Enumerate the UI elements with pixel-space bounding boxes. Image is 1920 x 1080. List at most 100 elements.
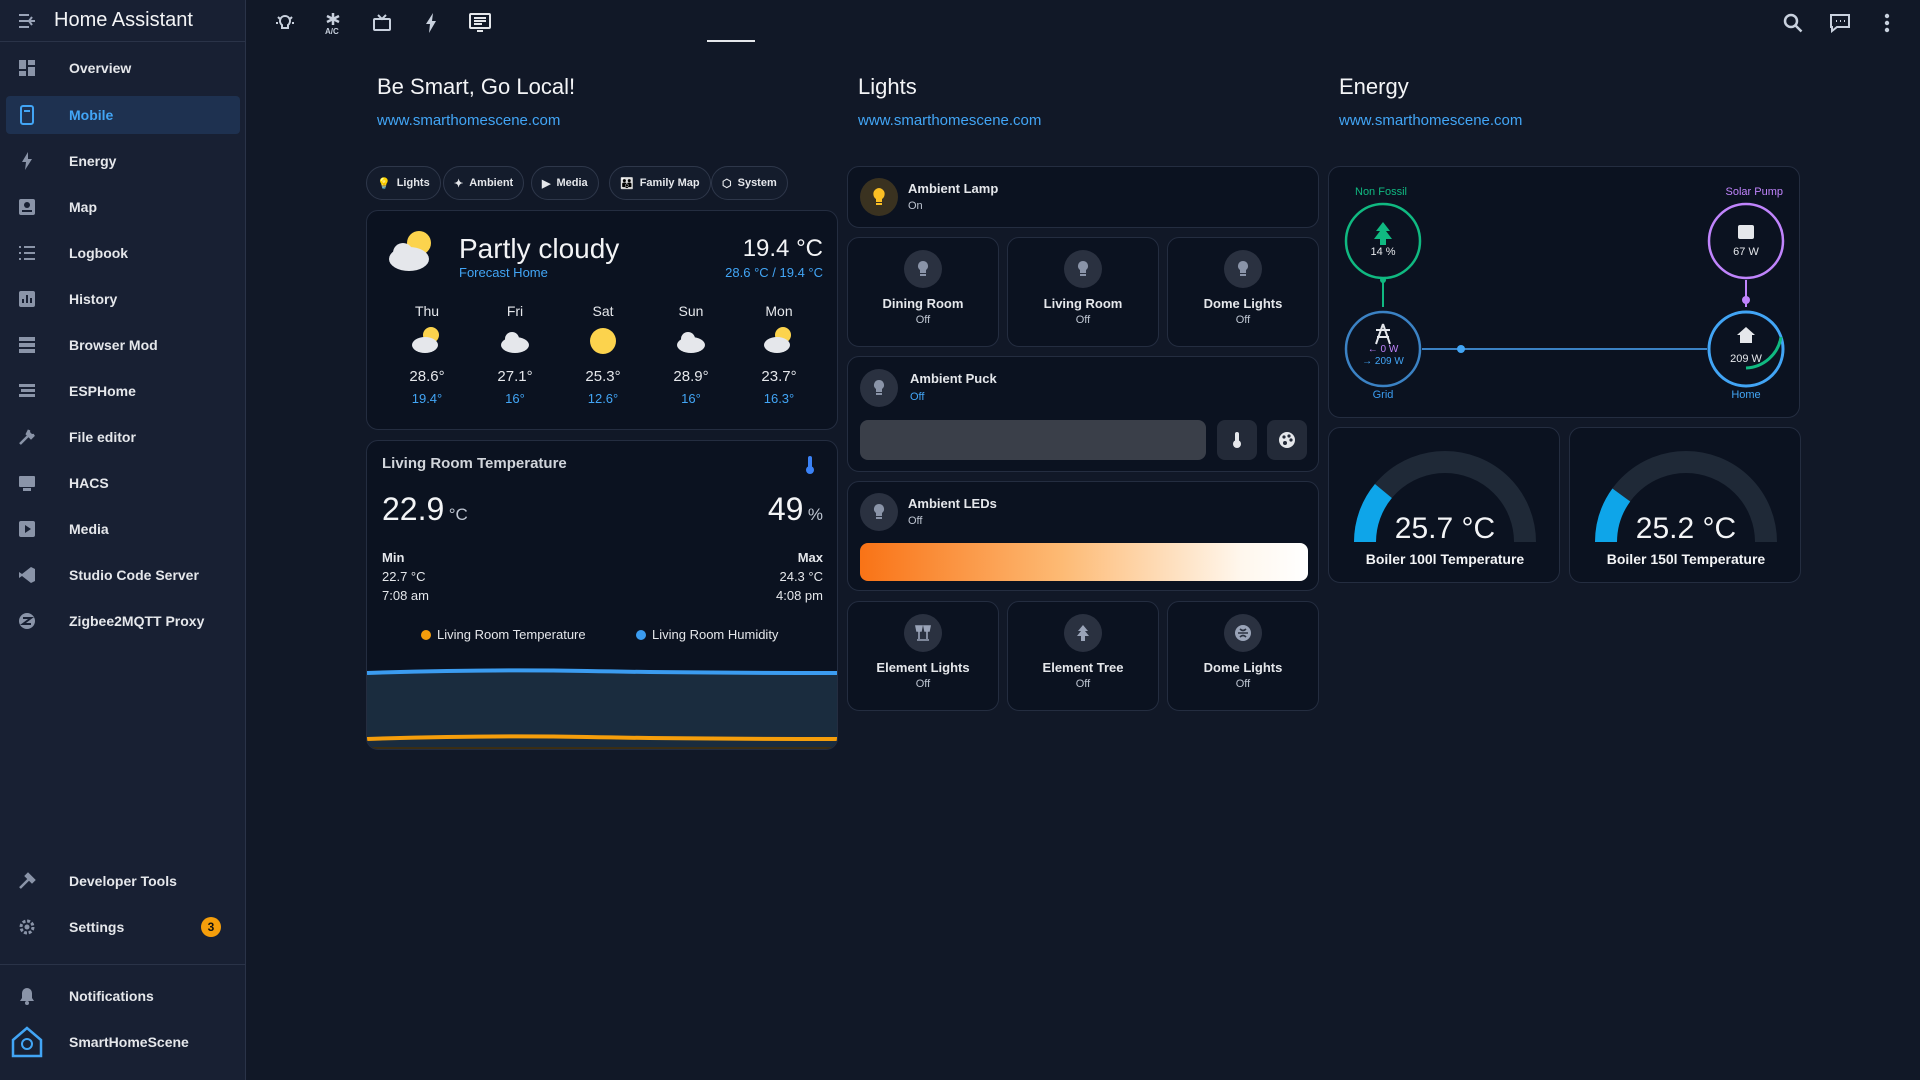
energy-distribution-card[interactable]: Non Fossil Solar Pump 14 % 67 W ← 0 W → … <box>1328 166 1800 418</box>
color-temp-button[interactable] <box>1217 420 1257 460</box>
element-lights-tile[interactable]: Element Lights Off <box>847 601 999 711</box>
dome-lights-tile[interactable]: Dome Lights Off <box>1167 237 1319 347</box>
forecast-day: Fri 27.1° 16° <box>480 303 550 406</box>
dome-lights-2-tile[interactable]: Dome Lights Off <box>1167 601 1319 711</box>
left-column-title: Be Smart, Go Local! <box>377 74 576 99</box>
sidebar-item-file-editor[interactable]: File editor <box>6 418 240 456</box>
temperature-area <box>367 747 837 749</box>
bulb-off-icon <box>860 493 898 531</box>
search-icon[interactable] <box>1778 8 1808 38</box>
sidebar-item-mobile[interactable]: Mobile <box>6 96 240 134</box>
chip-media[interactable]: ▶ Media <box>531 166 599 200</box>
temperature-unit: °C <box>448 505 468 524</box>
family-icon: 👪 <box>620 177 634 190</box>
sidebar-item-label: Zigbee2MQTT Proxy <box>69 613 205 629</box>
tile-state: Off <box>1235 678 1251 690</box>
thermometer-icon <box>1233 432 1241 448</box>
chip-lights[interactable]: 💡 Lights <box>366 166 441 200</box>
history-icon <box>6 290 48 308</box>
sensor-title: Living Room Temperature <box>382 455 567 472</box>
ambient-puck-name: Ambient Puck <box>910 371 997 386</box>
color-temperature-slider[interactable] <box>860 543 1308 581</box>
tile-name: Dining Room <box>882 296 964 311</box>
ambient-puck-card[interactable]: Ambient Puck Off <box>847 356 1319 472</box>
gauge-value: 25.2 °C <box>1635 512 1737 545</box>
chip-label: System <box>737 177 777 189</box>
lamp-icon <box>904 614 942 652</box>
vscode-icon <box>6 566 48 584</box>
max-label: Max <box>797 550 823 565</box>
sidebar-item-developer-tools[interactable]: Developer Tools <box>6 862 240 900</box>
forecast-high: 27.1° <box>497 368 533 385</box>
hacs-icon <box>6 474 48 492</box>
chip-label: Family Map <box>639 177 700 189</box>
grid-in-value: ← 0 W <box>1367 344 1399 355</box>
element-tree-tile[interactable]: Element Tree Off <box>1007 601 1159 711</box>
sidebar-item-zigbee2mqtt[interactable]: Zigbee2MQTT Proxy <box>6 602 240 640</box>
solar-panel-icon <box>1738 225 1754 239</box>
sidebar-item-studio-code-server[interactable]: Studio Code Server <box>6 556 240 594</box>
bulb-off-icon <box>1064 250 1102 288</box>
energy-tab-icon[interactable] <box>416 8 446 38</box>
min-time: 7:08 am <box>382 588 429 603</box>
sidebar-item-user[interactable]: SmartHomeScene <box>6 1023 240 1061</box>
energy-column-link[interactable]: www.smarthomescene.com <box>1339 112 1522 129</box>
living-room-sensor-card[interactable]: Living Room Temperature 22.9 °C 49 % Min… <box>366 440 838 750</box>
forecast-day: Sat 25.3° 12.6° <box>568 303 638 406</box>
forecast-day-name: Mon <box>765 303 793 319</box>
boiler-150l-gauge-card[interactable]: 25.2 °C Boiler 150l Temperature <box>1569 427 1801 583</box>
ac-tab-icon[interactable]: A/C <box>318 8 348 38</box>
sidebar-item-map[interactable]: Map <box>6 188 240 226</box>
forecast-low: 19.4° <box>411 391 443 406</box>
lights-tab-icon[interactable] <box>270 8 300 38</box>
bulb-off-icon <box>1224 250 1262 288</box>
color-button[interactable] <box>1267 420 1307 460</box>
left-column-link[interactable]: www.smarthomescene.com <box>377 112 560 129</box>
weather-card[interactable]: Partly cloudy Forecast Home 19.4 °C 28.6… <box>366 210 838 430</box>
sensor-temperature: 22.9 °C <box>382 491 468 528</box>
sidebar-item-energy[interactable]: Energy <box>6 142 240 180</box>
chip-ambient[interactable]: ✦ Ambient <box>443 166 525 200</box>
media-icon <box>6 520 48 538</box>
min-label: Min <box>382 550 405 565</box>
boiler-100l-gauge-card[interactable]: 25.7 °C Boiler 100l Temperature <box>1328 427 1560 583</box>
more-icon[interactable] <box>1872 8 1902 38</box>
overview-icon <box>6 59 48 77</box>
brightness-slider[interactable] <box>860 420 1206 460</box>
assist-icon[interactable] <box>1825 8 1855 38</box>
legend-humidity: Living Room Humidity <box>636 627 778 642</box>
tv-tab-icon[interactable] <box>367 8 397 38</box>
forecast-day-name: Sun <box>678 303 704 319</box>
forecast-day: Sun 28.9° 16° <box>656 303 726 406</box>
bulb-on-icon <box>860 178 898 216</box>
sidebar-item-logbook[interactable]: Logbook <box>6 234 240 272</box>
dining-room-light-tile[interactable]: Dining Room Off <box>847 237 999 347</box>
sidebar-item-notifications[interactable]: Notifications <box>6 977 240 1015</box>
ambient-leds-name: Ambient LEDs <box>908 496 997 511</box>
forecast-day: Thu 28.6° 19.4° <box>392 303 462 406</box>
chip-label: Lights <box>396 177 430 189</box>
sidebar-item-history[interactable]: History <box>6 280 240 318</box>
menu-icon[interactable] <box>0 13 54 29</box>
system-tab-icon[interactable] <box>465 8 495 38</box>
lights-column-title: Lights <box>858 74 917 99</box>
ambient-leds-card[interactable]: Ambient LEDs Off <box>847 481 1319 591</box>
chip-system[interactable]: ⬡ System <box>711 166 788 200</box>
active-tab-indicator <box>707 40 755 42</box>
sidebar-item-label: Notifications <box>69 988 154 1004</box>
ambient-lamp-name: Ambient Lamp <box>908 181 999 196</box>
sidebar-item-esphome[interactable]: ESPHome <box>6 372 240 410</box>
max-block: Max 24.3 °C 4:08 pm <box>776 548 823 605</box>
ambient-lamp-card[interactable]: Ambient Lamp On <box>847 166 1319 228</box>
sidebar-item-media[interactable]: Media <box>6 510 240 548</box>
logbook-icon <box>6 245 48 261</box>
max-time: 4:08 pm <box>776 588 823 603</box>
sidebar-item-settings[interactable]: Settings 3 <box>6 908 240 946</box>
sidebar-item-hacs[interactable]: HACS <box>6 464 240 502</box>
living-room-light-tile[interactable]: Living Room Off <box>1007 237 1159 347</box>
lights-column-link[interactable]: www.smarthomescene.com <box>858 112 1041 129</box>
sidebar-item-browser-mod[interactable]: Browser Mod <box>6 326 240 364</box>
sidebar-item-overview[interactable]: Overview <box>6 49 240 87</box>
chip-family-map[interactable]: 👪 Family Map <box>609 166 711 200</box>
cloudy-icon <box>677 332 705 353</box>
